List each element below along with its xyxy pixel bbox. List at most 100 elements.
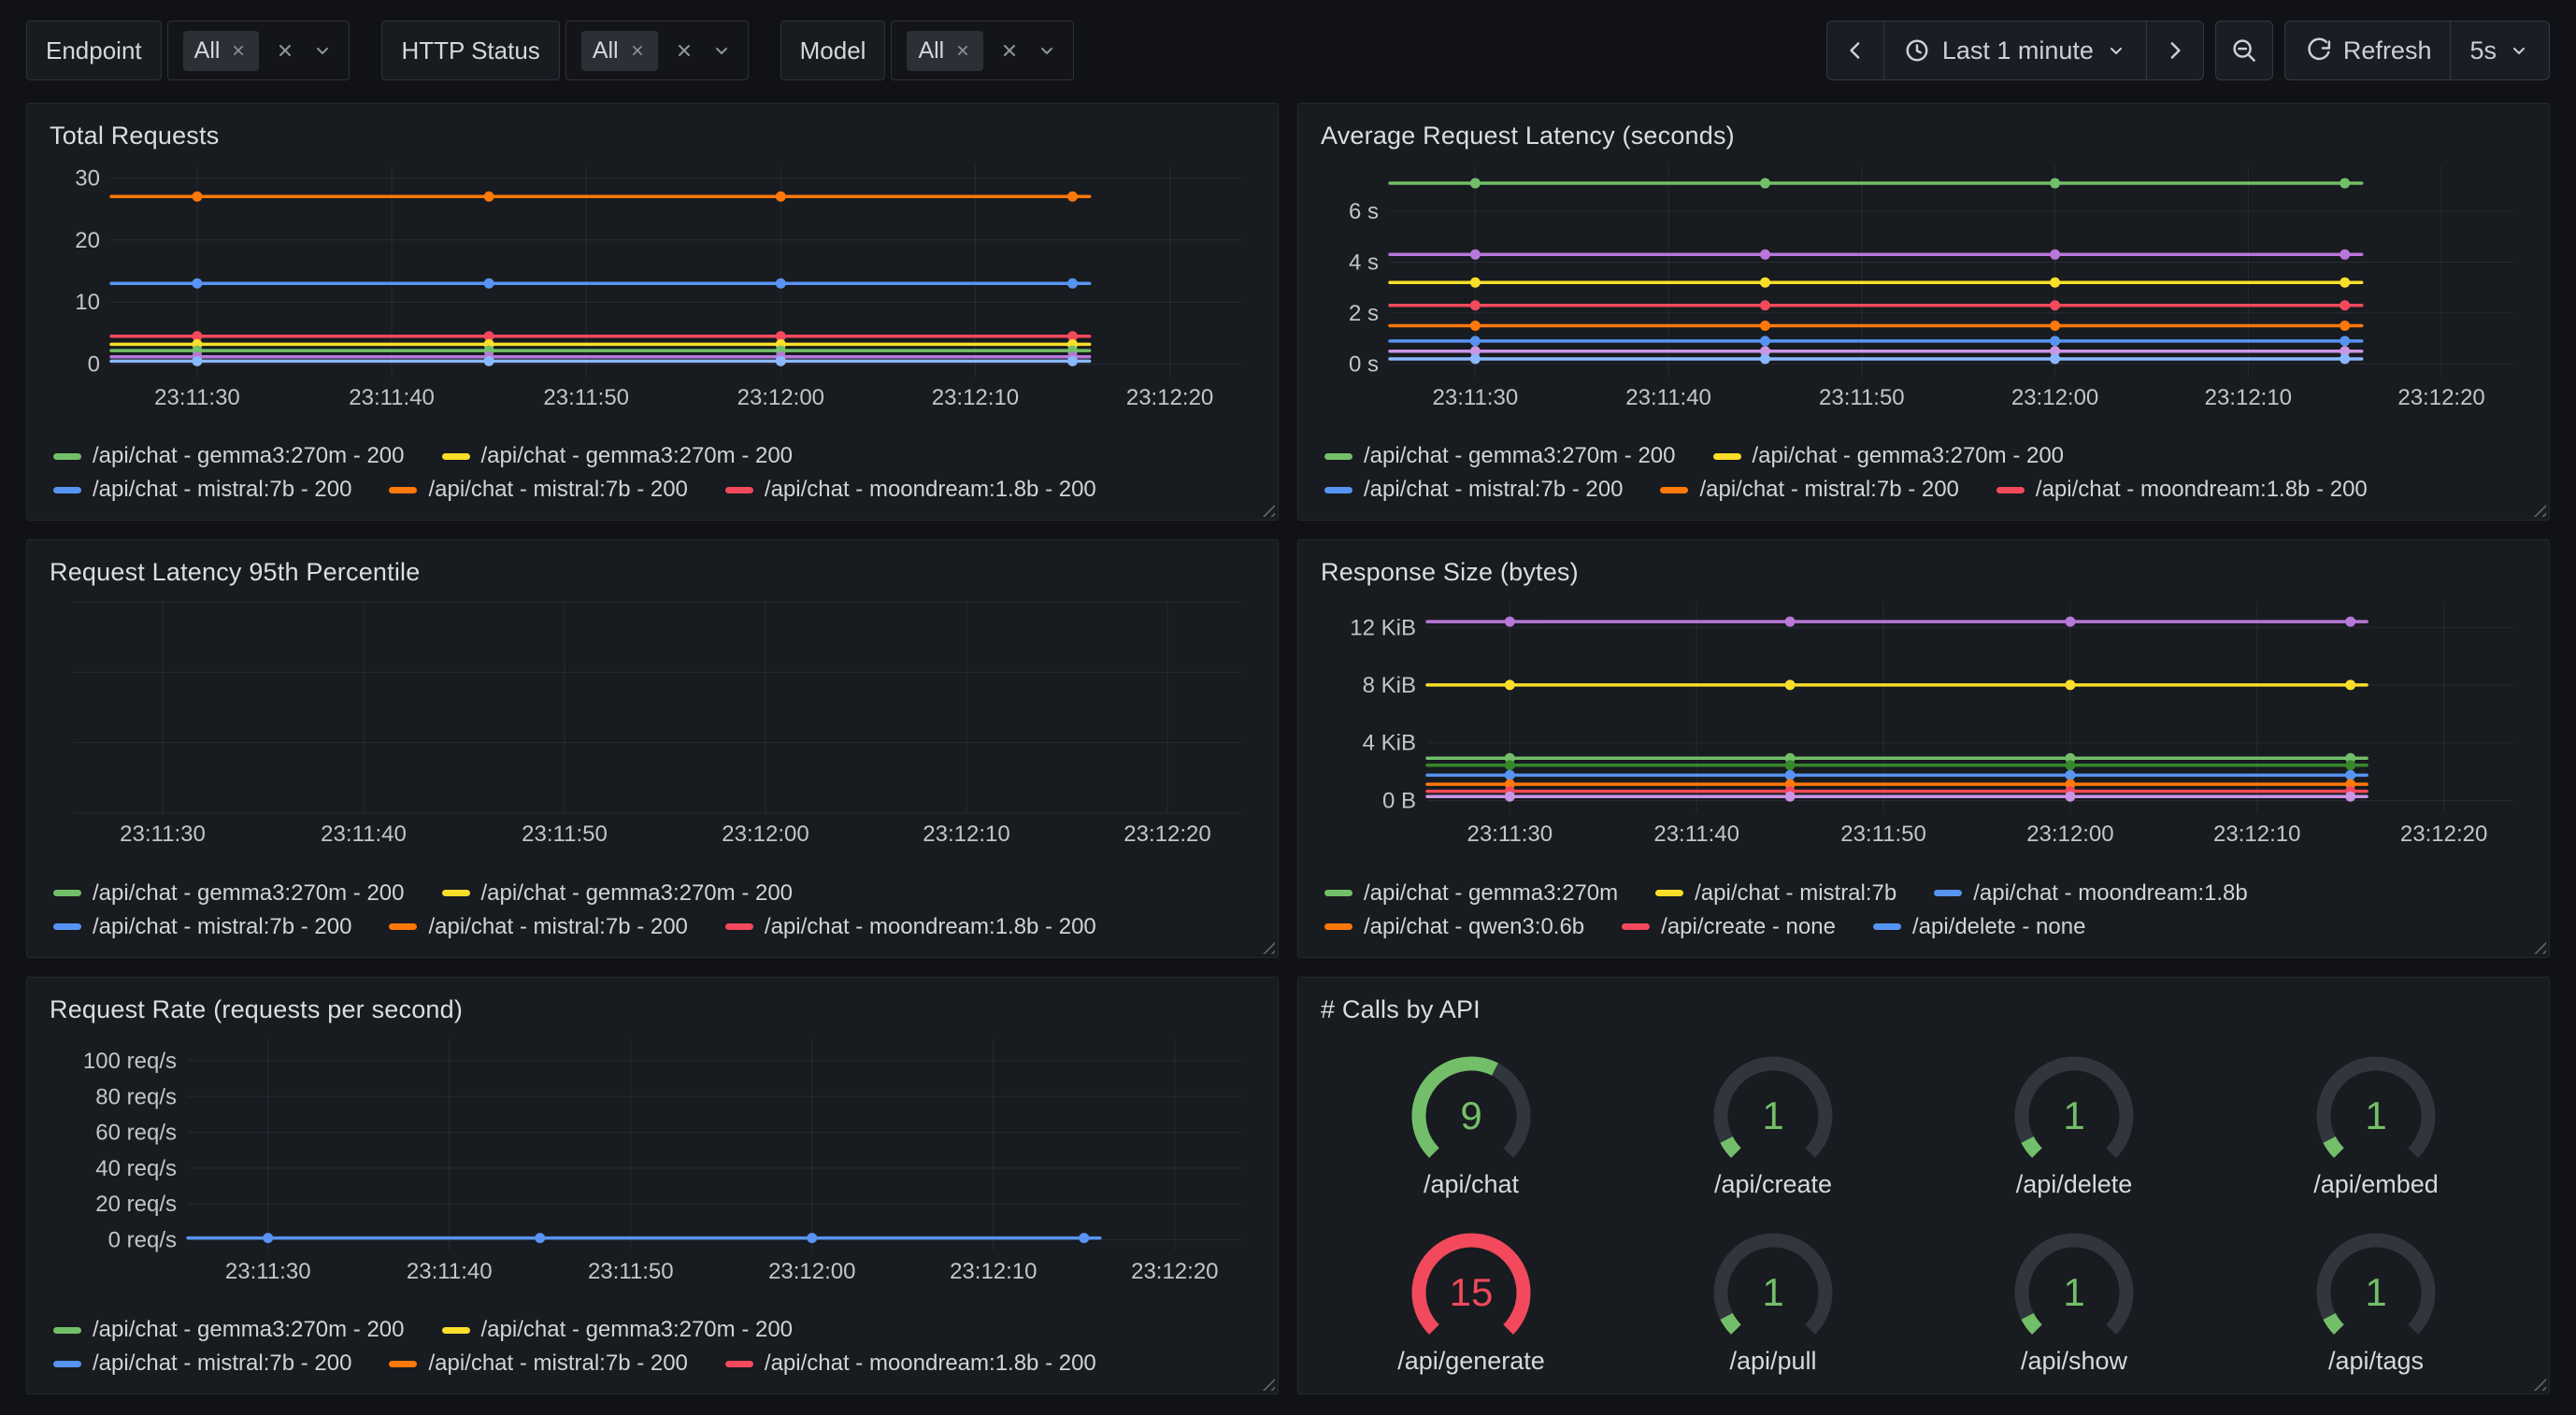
- time-shift-forward-button[interactable]: [2146, 21, 2204, 80]
- chart-legend: /api/chat - gemma3:270m - 200/api/chat -…: [50, 437, 1255, 510]
- time-series-chart[interactable]: 0 B4 KiB8 KiB12 KiB23:11:3023:11:4023:11…: [1321, 594, 2526, 849]
- panel-title[interactable]: Average Request Latency (seconds): [1321, 117, 2526, 154]
- panel-resize-handle[interactable]: [2529, 1374, 2546, 1391]
- panel-title[interactable]: Request Latency 95th Percentile: [50, 553, 1255, 591]
- data-point: [1470, 179, 1481, 189]
- y-axis-label: 6 s: [1349, 199, 1379, 224]
- legend-item[interactable]: /api/chat - mistral:7b - 200: [53, 1351, 351, 1377]
- chart-legend: /api/chat - gemma3:270m - 200/api/chat -…: [1321, 437, 2526, 510]
- clear-selection-icon[interactable]: [673, 39, 695, 62]
- legend-item[interactable]: /api/chat - moondream:1.8b - 200: [725, 914, 1096, 940]
- panel-resize-handle[interactable]: [1258, 500, 1275, 517]
- gauge-value: 1: [2064, 1093, 2085, 1137]
- filter-chip[interactable]: All: [907, 31, 983, 71]
- data-point: [776, 192, 786, 202]
- panel-calls-by-api: # Calls by API 9/api/chat1/api/create1/a…: [1297, 977, 2550, 1394]
- time-series-chart[interactable]: 010203023:11:3023:11:4023:11:5023:12:002…: [50, 158, 1255, 412]
- panel-title[interactable]: Total Requests: [50, 117, 1255, 154]
- legend-item[interactable]: /api/create - none: [1622, 914, 1836, 940]
- chart-legend: /api/chat - gemma3:270m - 200/api/chat -…: [50, 875, 1255, 948]
- clear-selection-icon[interactable]: [998, 39, 1021, 62]
- filter-chip-label: All: [918, 37, 944, 64]
- zoom-out-button[interactable]: [2215, 21, 2273, 80]
- time-range-picker-button[interactable]: Last 1 minute: [1883, 21, 2147, 80]
- legend-item[interactable]: /api/chat - gemma3:270m - 200: [1324, 443, 1676, 469]
- panel-title[interactable]: Response Size (bytes): [1321, 553, 2526, 591]
- filter-chip[interactable]: All: [581, 31, 658, 71]
- legend-item[interactable]: /api/chat - gemma3:270m - 200: [53, 1317, 405, 1343]
- legend-item[interactable]: /api/chat - moondream:1.8b - 200: [725, 477, 1096, 503]
- legend-swatch: [1660, 487, 1688, 493]
- legend-item[interactable]: /api/chat - mistral:7b - 200: [389, 1351, 687, 1377]
- legend-item[interactable]: /api/chat - gemma3:270m - 200: [442, 880, 794, 907]
- legend-item[interactable]: /api/chat - moondream:1.8b: [1934, 880, 2248, 907]
- chevron-down-icon[interactable]: [1036, 39, 1058, 62]
- legend-item[interactable]: /api/chat - moondream:1.8b - 200: [725, 1351, 1096, 1377]
- chip-remove-icon[interactable]: [628, 41, 647, 60]
- x-axis-label: 23:12:20: [1126, 385, 1213, 410]
- gauge-label: /api/create: [1714, 1170, 1832, 1198]
- time-range-label: Last 1 minute: [1942, 36, 2094, 65]
- filter-value-select[interactable]: All: [167, 21, 351, 80]
- legend-row: /api/chat - gemma3:270m - 200/api/chat -…: [53, 443, 1252, 469]
- legend-item[interactable]: /api/chat - gemma3:270m - 200: [442, 1317, 794, 1343]
- legend-item[interactable]: /api/chat - mistral:7b - 200: [53, 914, 351, 940]
- filter-chip[interactable]: All: [183, 31, 260, 71]
- legend-item[interactable]: /api/chat - mistral:7b - 200: [1660, 477, 1958, 503]
- x-axis-label: 23:11:40: [349, 385, 435, 410]
- gauge-arc: [2027, 1316, 2037, 1329]
- data-point: [192, 279, 202, 289]
- legend-item[interactable]: /api/chat - mistral:7b: [1655, 880, 1896, 907]
- legend-swatch: [1655, 890, 1683, 896]
- legend-item[interactable]: /api/chat - gemma3:270m - 200: [442, 443, 794, 469]
- legend-item[interactable]: /api/chat - mistral:7b - 200: [53, 477, 351, 503]
- filter-value-select[interactable]: All: [565, 21, 749, 80]
- time-series-chart[interactable]: 23:11:3023:11:4023:11:5023:12:0023:12:10…: [50, 594, 1255, 849]
- chip-remove-icon[interactable]: [953, 41, 972, 60]
- gauge-chart: 9/api/chat: [1354, 1036, 1588, 1204]
- x-axis-label: 23:12:20: [2400, 822, 2487, 847]
- legend-label: /api/chat - gemma3:270m - 200: [481, 443, 794, 469]
- legend-swatch: [442, 890, 470, 896]
- chip-remove-icon[interactable]: [229, 41, 248, 60]
- data-point: [1505, 792, 1515, 802]
- legend-item[interactable]: /api/chat - gemma3:270m - 200: [1713, 443, 2065, 469]
- legend-label: /api/chat - moondream:1.8b - 200: [765, 914, 1096, 940]
- legend-item[interactable]: /api/chat - gemma3:270m: [1324, 880, 1618, 907]
- filter-value-select[interactable]: All: [891, 21, 1074, 80]
- legend-label: /api/chat - gemma3:270m - 200: [93, 443, 405, 469]
- panel-resize-handle[interactable]: [2529, 937, 2546, 954]
- chevron-down-icon[interactable]: [710, 39, 733, 62]
- panel-resize-handle[interactable]: [1258, 937, 1275, 954]
- refresh-button[interactable]: Refresh: [2284, 21, 2452, 80]
- legend-swatch: [53, 453, 81, 460]
- legend-item[interactable]: /api/chat - gemma3:270m - 200: [53, 880, 405, 907]
- legend-item[interactable]: /api/chat - mistral:7b - 200: [389, 477, 687, 503]
- chevron-down-icon[interactable]: [311, 39, 334, 62]
- gauge-value: 1: [2064, 1270, 2085, 1314]
- panel-request-rate: Request Rate (requests per second) 0 req…: [26, 977, 1279, 1394]
- time-series-chart[interactable]: 0 s2 s4 s6 s23:11:3023:11:4023:11:5023:1…: [1321, 158, 2526, 412]
- panel-title[interactable]: Request Rate (requests per second): [50, 991, 1255, 1028]
- clear-selection-icon[interactable]: [274, 39, 296, 62]
- x-axis-label: 23:12:20: [2397, 385, 2484, 410]
- panel-resize-handle[interactable]: [1258, 1374, 1275, 1391]
- legend-swatch: [389, 1361, 417, 1367]
- panel-title[interactable]: # Calls by API: [1321, 991, 2526, 1028]
- data-point: [1505, 617, 1515, 627]
- data-point: [2065, 792, 2075, 802]
- data-point: [1470, 321, 1481, 331]
- time-series-chart[interactable]: 0 req/s20 req/s40 req/s60 req/s80 req/s1…: [50, 1032, 1255, 1286]
- legend-item[interactable]: /api/delete - none: [1873, 914, 2085, 940]
- legend-item[interactable]: /api/chat - gemma3:270m - 200: [53, 443, 405, 469]
- gauge-arc: [1726, 1316, 1736, 1329]
- panel-resize-handle[interactable]: [2529, 500, 2546, 517]
- legend-item[interactable]: /api/chat - moondream:1.8b - 200: [1996, 477, 2368, 503]
- y-axis-label: 100 req/s: [83, 1049, 177, 1074]
- legend-swatch: [1622, 923, 1650, 930]
- refresh-interval-dropdown[interactable]: 5s: [2450, 21, 2550, 80]
- time-shift-back-button[interactable]: [1826, 21, 1884, 80]
- legend-item[interactable]: /api/chat - mistral:7b - 200: [1324, 477, 1623, 503]
- legend-item[interactable]: /api/chat - qwen3:0.6b: [1324, 914, 1584, 940]
- legend-item[interactable]: /api/chat - mistral:7b - 200: [389, 914, 687, 940]
